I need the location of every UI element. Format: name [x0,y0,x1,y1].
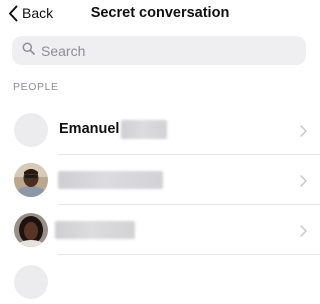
obscured-name [58,171,163,189]
avatar [14,213,48,247]
chevron-right-icon [300,124,307,142]
section-header-people: PEOPLE [13,81,59,93]
obscured-name [55,221,135,239]
avatar [14,113,48,147]
contact-row[interactable] [0,155,320,204]
contact-name: Emanuel [59,121,120,137]
search-icon [12,42,35,60]
chevron-right-icon [300,174,307,192]
search-input[interactable] [41,42,281,59]
page-title: Secret conversation [90,5,230,21]
contact-row[interactable]: Emanuel [0,106,320,155]
avatar [14,265,48,299]
contact-row[interactable] [0,205,320,254]
avatar [14,163,48,197]
search-field[interactable] [12,36,306,65]
navigation-bar: Back Secret conversation [0,0,320,26]
chevron-right-icon [300,224,307,242]
obscured-name [121,120,167,139]
contact-row[interactable] [0,255,320,304]
